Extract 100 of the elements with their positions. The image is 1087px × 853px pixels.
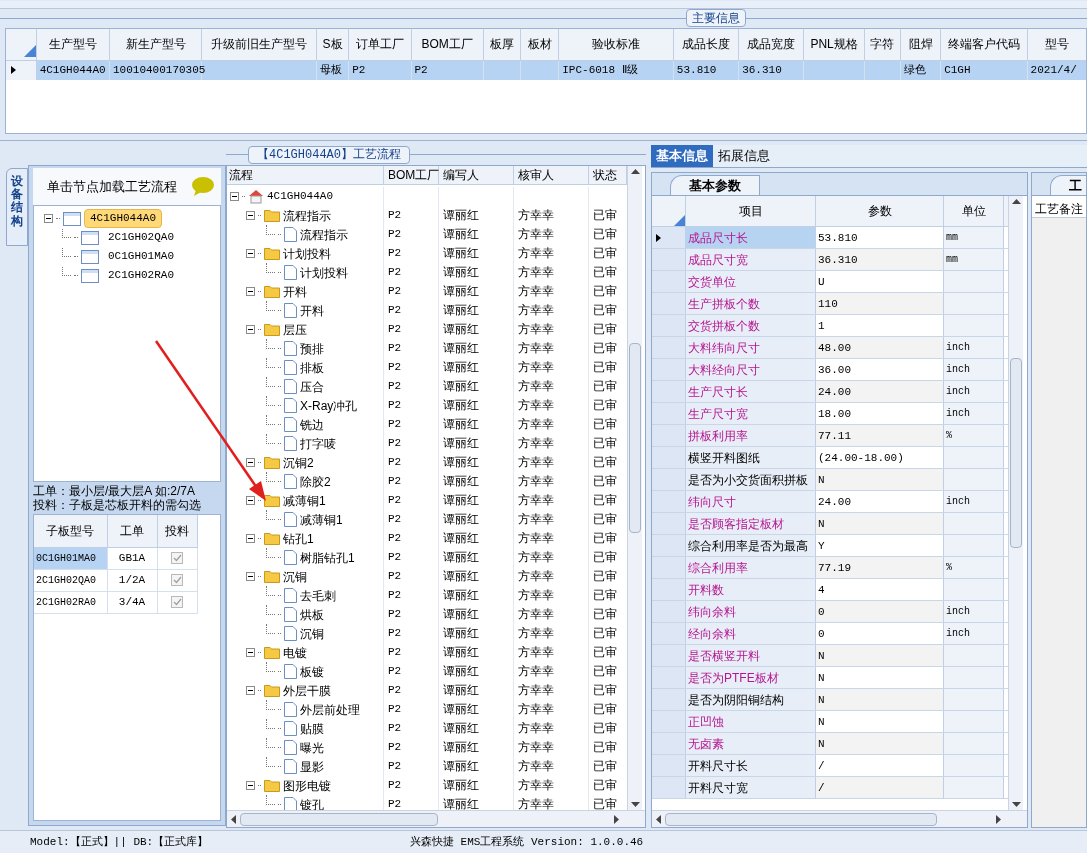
tree-node[interactable]: 曝光 bbox=[300, 738, 324, 757]
parameter-value[interactable]: N bbox=[816, 689, 944, 710]
parameter-name[interactable]: 成品尺寸长 bbox=[686, 227, 816, 248]
parameter-value[interactable]: 0 bbox=[816, 601, 944, 622]
parameter-name[interactable]: 综合利用率 bbox=[686, 557, 816, 578]
tree-node[interactable]: 排板 bbox=[300, 358, 324, 377]
column-header[interactable]: 项目 bbox=[686, 196, 816, 226]
parameter-name[interactable]: 无卤素 bbox=[686, 733, 816, 754]
parameter-name[interactable]: 生产拼板个数 bbox=[686, 293, 816, 314]
table-cell[interactable]: 2C1GH02RA0 bbox=[34, 591, 107, 613]
column-header[interactable]: 订单工厂 bbox=[348, 29, 411, 60]
horizontal-scrollbar[interactable] bbox=[227, 810, 645, 827]
scroll-down-icon[interactable] bbox=[1011, 802, 1021, 807]
collapse-icon[interactable] bbox=[246, 287, 255, 296]
scroll-up-icon[interactable] bbox=[1011, 199, 1021, 204]
tree-node[interactable]: 外层前处理 bbox=[300, 700, 360, 719]
column-header[interactable]: 流程 bbox=[227, 166, 384, 184]
parameter-name[interactable]: 是否横竖开料 bbox=[686, 645, 816, 666]
parameter-name[interactable]: 开料数 bbox=[686, 579, 816, 600]
parameter-value[interactable]: 4 bbox=[816, 579, 944, 600]
parameter-name[interactable]: 纬向尺寸 bbox=[686, 491, 816, 512]
parameter-name[interactable]: 开料尺寸宽 bbox=[686, 777, 816, 798]
parameter-value[interactable]: / bbox=[816, 755, 944, 776]
tree-node[interactable]: 开料 bbox=[300, 301, 324, 320]
tree-node[interactable]: 预排 bbox=[300, 339, 324, 358]
tree-node[interactable]: 沉铜2 bbox=[283, 453, 314, 472]
tree-node[interactable]: 电镀 bbox=[283, 643, 307, 662]
tree-node[interactable]: 镀孔 bbox=[300, 795, 324, 810]
tab[interactable]: 基本参数 bbox=[670, 175, 760, 195]
parameter-value[interactable]: / bbox=[816, 777, 944, 798]
parameter-name[interactable]: 大料经向尺寸 bbox=[686, 359, 816, 380]
parameter-value[interactable]: N bbox=[816, 513, 944, 534]
collapse-icon[interactable] bbox=[246, 686, 255, 695]
collapse-icon[interactable] bbox=[246, 325, 255, 334]
column-header[interactable]: 成品长度 bbox=[673, 29, 739, 60]
column-header[interactable]: BOM工厂 bbox=[384, 166, 439, 184]
scroll-up-icon[interactable] bbox=[630, 169, 640, 174]
column-header[interactable]: 工单 bbox=[107, 515, 157, 547]
parameter-value[interactable]: (24.00-18.00) bbox=[816, 447, 944, 468]
row-header[interactable] bbox=[652, 227, 686, 248]
scroll-down-icon[interactable] bbox=[630, 802, 640, 807]
parameter-value[interactable]: 77.11 bbox=[816, 425, 944, 446]
tree-node[interactable]: 计划投料 bbox=[300, 263, 348, 282]
scroll-right-icon[interactable] bbox=[996, 814, 1001, 824]
tree-node[interactable]: 0C1GH01MA0 bbox=[102, 247, 180, 266]
vertical-scrollbar[interactable] bbox=[627, 166, 642, 810]
parameter-value[interactable]: N bbox=[816, 711, 944, 732]
parameter-name[interactable]: 纬向余料 bbox=[686, 601, 816, 622]
parameter-value[interactable]: 18.00 bbox=[816, 403, 944, 424]
column-header[interactable]: S板 bbox=[316, 29, 349, 60]
tree-node[interactable]: 打字唛 bbox=[300, 434, 336, 453]
column-header[interactable]: 升级前旧生产型号 bbox=[201, 29, 317, 60]
checkbox[interactable] bbox=[171, 574, 183, 586]
scroll-left-icon[interactable] bbox=[656, 814, 661, 824]
scroll-right-icon[interactable] bbox=[614, 814, 619, 824]
collapse-icon[interactable] bbox=[246, 211, 255, 220]
tab[interactable]: 工 bbox=[1050, 175, 1086, 195]
parameter-value[interactable]: N bbox=[816, 469, 944, 490]
collapse-icon[interactable] bbox=[246, 781, 255, 790]
parameter-name[interactable]: 交货单位 bbox=[686, 271, 816, 292]
collapse-icon[interactable] bbox=[44, 214, 53, 223]
parameter-name[interactable]: 是否为PTFE板材 bbox=[686, 667, 816, 688]
parameter-value[interactable]: N bbox=[816, 645, 944, 666]
column-header[interactable]: 新生产型号 bbox=[109, 29, 202, 60]
parameter-name[interactable]: 拼板利用率 bbox=[686, 425, 816, 446]
tree-node[interactable]: 开料 bbox=[283, 282, 307, 301]
parameter-name[interactable]: 是否顾客指定板材 bbox=[686, 513, 816, 534]
tree-node[interactable]: 流程指示 bbox=[283, 206, 331, 225]
select-all-icon[interactable] bbox=[23, 45, 36, 58]
horizontal-scrollbar[interactable] bbox=[652, 810, 1027, 827]
column-header[interactable]: 验收标准 bbox=[558, 29, 674, 60]
scroll-left-icon[interactable] bbox=[231, 814, 236, 824]
tree-node[interactable]: 烘板 bbox=[300, 605, 324, 624]
column-header[interactable]: 单位 bbox=[944, 196, 1004, 226]
parameter-value[interactable]: 0 bbox=[816, 623, 944, 644]
parameter-name[interactable]: 横竖开料图纸 bbox=[686, 447, 816, 468]
column-header[interactable]: 成品宽度 bbox=[738, 29, 804, 60]
scroll-thumb[interactable] bbox=[665, 812, 937, 826]
collapse-icon[interactable] bbox=[246, 648, 255, 657]
parameter-value[interactable]: 53.810 bbox=[816, 227, 944, 248]
tree-node[interactable]: 树脂钻孔1 bbox=[300, 548, 355, 567]
collapse-icon[interactable] bbox=[246, 458, 255, 467]
tree-node[interactable]: 沉铜 bbox=[300, 624, 324, 643]
parameter-name[interactable]: 生产尺寸长 bbox=[686, 381, 816, 402]
collapse-icon[interactable] bbox=[246, 572, 255, 581]
column-header[interactable]: 核审人 bbox=[514, 166, 589, 184]
table-cell[interactable]: 2C1GH02QA0 bbox=[34, 569, 107, 591]
tree-node[interactable]: 板镀 bbox=[300, 662, 324, 681]
parameter-name[interactable]: 成品尺寸宽 bbox=[686, 249, 816, 270]
parameter-value[interactable]: 1 bbox=[816, 315, 944, 336]
column-header[interactable]: BOM工厂 bbox=[411, 29, 484, 60]
parameter-name[interactable]: 生产尺寸宽 bbox=[686, 403, 816, 424]
tree-node[interactable]: 减薄铜1 bbox=[283, 491, 326, 510]
parameter-value[interactable]: 24.00 bbox=[816, 491, 944, 512]
scroll-thumb[interactable] bbox=[240, 812, 438, 826]
tree-node[interactable]: 沉铜 bbox=[283, 567, 307, 586]
tree-node[interactable]: 铣边 bbox=[300, 415, 324, 434]
parameter-name[interactable]: 交货拼板个数 bbox=[686, 315, 816, 336]
parameter-value[interactable]: 110 bbox=[816, 293, 944, 314]
parameter-name[interactable]: 开料尺寸长 bbox=[686, 755, 816, 776]
